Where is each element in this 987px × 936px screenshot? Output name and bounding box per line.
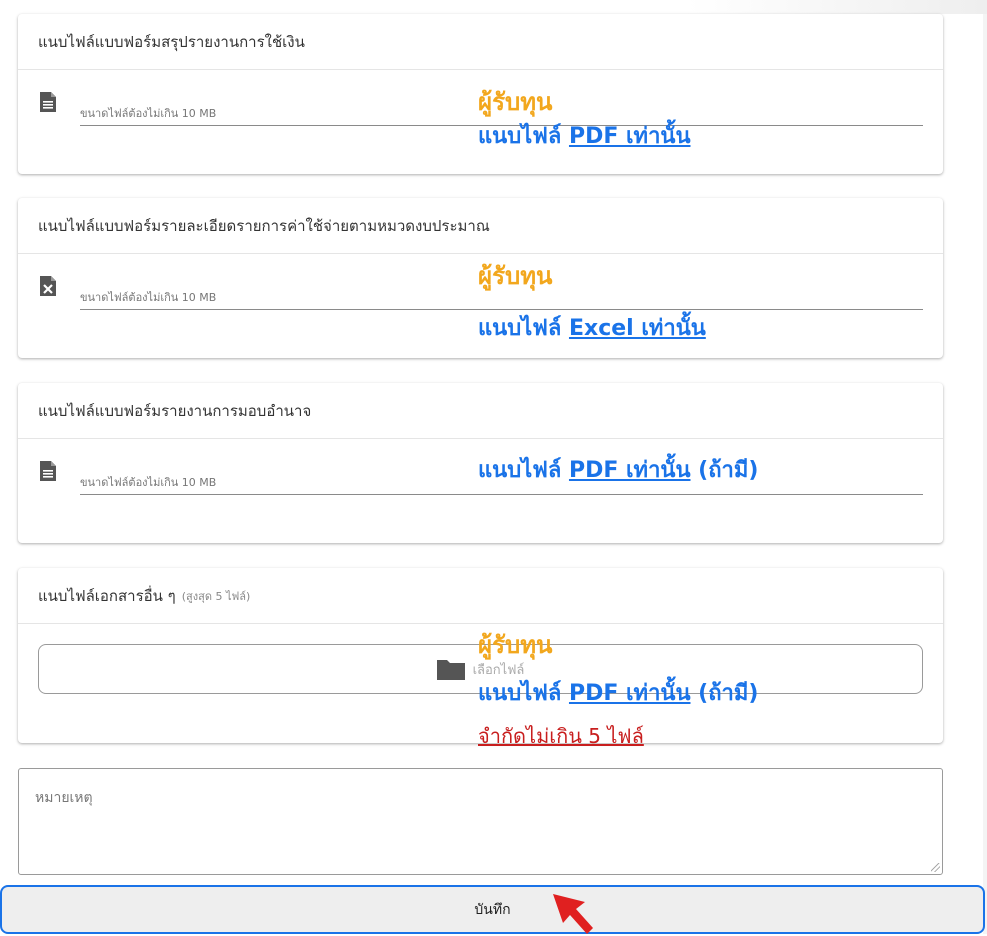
annotation-suffix: (ถ้ามี) — [690, 458, 759, 483]
annotation-pdf-optional: แนบไฟล์ PDF เท่านั้น (ถ้ามี) — [478, 675, 758, 710]
file-size-hint: ขนาดไฟล์ต้องไม่เกิน 10 MB — [80, 476, 217, 489]
annotation-link: Excel เท่านั้น — [568, 316, 706, 341]
excel-file-icon — [40, 276, 56, 296]
annotation-recipient: ผู้รับทุน — [478, 88, 553, 116]
file-size-hint: ขนาดไฟล์ต้องไม่เกิน 10 MB — [80, 291, 217, 304]
max-files-note: (สูงสุด 5 ไฟล์) — [181, 589, 251, 603]
card-title: แนบไฟล์เอกสารอื่น ๆ (สูงสุด 5 ไฟล์) — [18, 568, 943, 624]
annotation-pdf-only: แนบไฟล์ PDF เท่านั้น — [478, 118, 691, 153]
pdf-file-icon — [40, 461, 56, 481]
annotation-excel-only: แนบไฟล์ Excel เท่านั้น — [478, 310, 706, 345]
card-title: แนบไฟล์แบบฟอร์มรายละเอียดรายการค่าใช้จ่า… — [18, 198, 943, 254]
annotation-prefix: แนบไฟล์ — [478, 458, 569, 483]
annotation-recipient: ผู้รับทุน — [478, 631, 553, 659]
card-title: แนบไฟล์แบบฟอร์มรายงานการมอบอำนาจ — [18, 383, 943, 439]
file-size-hint: ขนาดไฟล์ต้องไม่เกิน 10 MB — [80, 107, 217, 120]
save-button[interactable]: บันทึก — [0, 885, 985, 934]
pdf-file-icon — [40, 92, 56, 112]
remark-textarea[interactable]: หมายเหตุ — [18, 768, 943, 875]
annotation-link: PDF เท่านั้น — [568, 681, 691, 706]
annotation-recipient: ผู้รับทุน — [478, 262, 553, 290]
card-title: แนบไฟล์แบบฟอร์มสรุปรายงานการใช้เงิน — [18, 14, 943, 70]
remark-placeholder: หมายเหตุ — [35, 790, 93, 806]
card-title-text: แนบไฟล์เอกสารอื่น ๆ — [38, 586, 176, 605]
annotation-prefix: แนบไฟล์ — [478, 316, 569, 341]
annotation-link: PDF เท่านั้น — [568, 458, 691, 483]
annotation-file-limit: จำกัดไม่เกิน 5 ไฟล์ — [478, 724, 644, 748]
annotation-link: PDF เท่านั้น — [568, 124, 691, 149]
folder-icon — [436, 660, 465, 680]
pointer-arrow-icon — [553, 894, 593, 934]
right-edge — [983, 14, 987, 934]
annotation-prefix: แนบไฟล์ — [478, 681, 569, 706]
annotation-pdf-optional: แนบไฟล์ PDF เท่านั้น (ถ้ามี) — [478, 452, 758, 487]
top-fade — [687, 0, 987, 14]
annotation-suffix: (ถ้ามี) — [690, 681, 759, 706]
resize-grip-icon[interactable] — [931, 863, 940, 872]
file-input-underline — [80, 494, 923, 495]
save-button-label: บันทึก — [474, 901, 511, 918]
annotation-prefix: แนบไฟล์ — [478, 124, 569, 149]
